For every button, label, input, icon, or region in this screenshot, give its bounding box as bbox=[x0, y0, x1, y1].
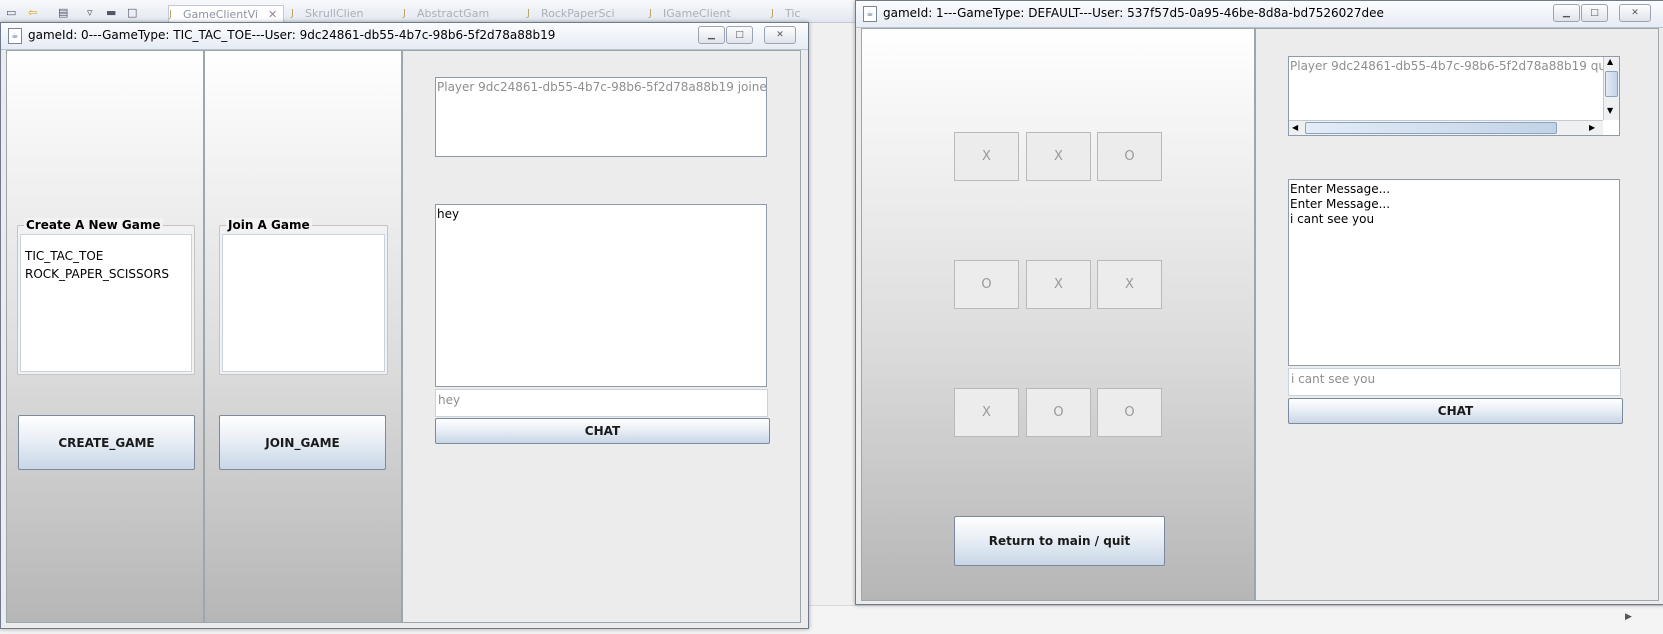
status-message: Player 9dc24861-db55-4b7c-98b6-5f2d78a88… bbox=[1290, 59, 1620, 73]
board-cell[interactable]: X bbox=[1026, 260, 1091, 309]
board-cell[interactable]: O bbox=[954, 260, 1019, 309]
editor-tab[interactable]: RockPaperSci bbox=[527, 5, 615, 22]
create-game-panel: Create A New Game TIC_TAC_TOE ROCK_PAPER… bbox=[6, 50, 204, 623]
board-cell[interactable]: O bbox=[1026, 388, 1091, 437]
chat-panel: Player 9dc24861-db55-4b7c-98b6-5f2d78a88… bbox=[402, 50, 801, 623]
editor-tab[interactable]: GameClientVi✕ bbox=[168, 5, 285, 23]
board-cell[interactable]: X bbox=[954, 132, 1019, 181]
status-text-area[interactable]: Player 9dc24861-db55-4b7c-98b6-5f2d78a88… bbox=[435, 77, 767, 157]
scroll-thumb[interactable] bbox=[1605, 71, 1618, 97]
chat-panel: Player 9dc24861-db55-4b7c-98b6-5f2d78a88… bbox=[1255, 28, 1659, 601]
game-lobby-window: ☕ gameId: 0---GameType: TIC_TAC_TOE---Us… bbox=[0, 22, 809, 629]
close-button[interactable]: ✕ bbox=[1619, 4, 1651, 22]
status-message: Player 9dc24861-db55-4b7c-98b6-5f2d78a88… bbox=[437, 80, 767, 94]
chat-log[interactable]: hey bbox=[435, 204, 767, 387]
return-quit-button[interactable]: Return to main / quit bbox=[954, 516, 1165, 566]
status-text-area[interactable]: Player 9dc24861-db55-4b7c-98b6-5f2d78a88… bbox=[1288, 56, 1620, 136]
create-game-button[interactable]: CREATE_GAME bbox=[18, 415, 195, 470]
tic-tac-toe-panel: X X O O X X X O O Return to main / quit bbox=[861, 28, 1255, 601]
minimize-icon[interactable]: ▬ bbox=[106, 6, 116, 19]
window-title: gameId: 0---GameType: TIC_TAC_TOE---User… bbox=[28, 28, 556, 42]
board-cell[interactable]: O bbox=[1097, 132, 1162, 181]
back-arrow-icon[interactable]: ⇦ bbox=[28, 6, 37, 19]
scroll-thumb[interactable] bbox=[1305, 122, 1557, 134]
minimize-button[interactable]: ▁ bbox=[1553, 4, 1580, 22]
board-cell[interactable]: O bbox=[1097, 388, 1162, 437]
horizontal-scrollbar[interactable]: ◀ ▶ bbox=[1289, 120, 1603, 135]
chat-message: i cant see you bbox=[1290, 212, 1375, 226]
scroll-left-icon[interactable]: ◀ bbox=[1292, 123, 1298, 132]
scroll-right-icon[interactable]: ▶ bbox=[1589, 123, 1595, 132]
close-icon[interactable]: ✕ bbox=[268, 8, 277, 21]
title-bar[interactable]: ☕ gameId: 0---GameType: TIC_TAC_TOE---Us… bbox=[1, 23, 808, 50]
java-app-icon: ☕ bbox=[863, 6, 877, 22]
list-item[interactable]: TIC_TAC_TOE bbox=[25, 249, 103, 263]
game-board-window: ☕ gameId: 1---GameType: DEFAULT---User: … bbox=[855, 0, 1663, 605]
join-game-panel: Join A Game JOIN_GAME bbox=[204, 50, 402, 623]
java-app-icon: ☕ bbox=[8, 28, 22, 44]
chat-input[interactable]: hey bbox=[435, 389, 768, 417]
maximize-icon[interactable]: □ bbox=[127, 6, 137, 19]
chat-message: Enter Message... bbox=[1290, 197, 1391, 211]
chevron-down-icon[interactable]: ▿ bbox=[87, 6, 93, 19]
editor-tab[interactable]: AbstractGam bbox=[403, 5, 489, 22]
chat-button[interactable]: CHAT bbox=[1288, 398, 1623, 424]
chat-button[interactable]: CHAT bbox=[435, 418, 770, 444]
editor-tab[interactable]: IGameClient bbox=[649, 5, 731, 22]
board-cell[interactable]: X bbox=[1097, 260, 1162, 309]
join-game-group: Join A Game bbox=[219, 218, 388, 375]
list-item[interactable]: ROCK_PAPER_SCISSORS bbox=[25, 267, 169, 281]
editor-tab[interactable]: Tic bbox=[771, 5, 801, 22]
scroll-right-icon[interactable]: ▶ bbox=[1625, 612, 1632, 622]
chat-message: Enter Message... bbox=[1290, 182, 1391, 196]
close-button[interactable]: ✕ bbox=[764, 26, 796, 44]
available-games-list[interactable] bbox=[222, 234, 385, 372]
board-cell[interactable]: X bbox=[1026, 132, 1091, 181]
chat-input[interactable]: i cant see you bbox=[1288, 368, 1621, 396]
editor-tab[interactable]: SkrullClien bbox=[291, 5, 364, 22]
title-bar[interactable]: ☕ gameId: 1---GameType: DEFAULT---User: … bbox=[856, 1, 1663, 28]
create-game-group: Create A New Game TIC_TAC_TOE ROCK_PAPER… bbox=[17, 218, 195, 375]
game-type-list[interactable]: TIC_TAC_TOE ROCK_PAPER_SCISSORS bbox=[20, 234, 192, 372]
scroll-down-icon[interactable]: ▼ bbox=[1607, 106, 1613, 115]
create-game-group-title: Create A New Game bbox=[24, 218, 163, 232]
toolbar-icon[interactable]: ▤ bbox=[58, 6, 68, 19]
join-game-group-title: Join A Game bbox=[226, 218, 312, 232]
board-cell[interactable]: X bbox=[954, 388, 1019, 437]
chat-log[interactable]: Enter Message... Enter Message... i cant… bbox=[1288, 179, 1620, 366]
toolbar-icon[interactable]: ▭ bbox=[6, 6, 16, 19]
vertical-scrollbar[interactable]: ▲ ▼ bbox=[1603, 57, 1619, 120]
chat-message: hey bbox=[437, 207, 460, 221]
maximize-button[interactable]: □ bbox=[1581, 4, 1608, 22]
join-game-button[interactable]: JOIN_GAME bbox=[219, 415, 386, 470]
window-title: gameId: 1---GameType: DEFAULT---User: 53… bbox=[883, 6, 1384, 20]
scroll-up-icon[interactable]: ▲ bbox=[1607, 57, 1613, 66]
maximize-button[interactable]: □ bbox=[726, 26, 753, 44]
minimize-button[interactable]: ▁ bbox=[698, 26, 725, 44]
